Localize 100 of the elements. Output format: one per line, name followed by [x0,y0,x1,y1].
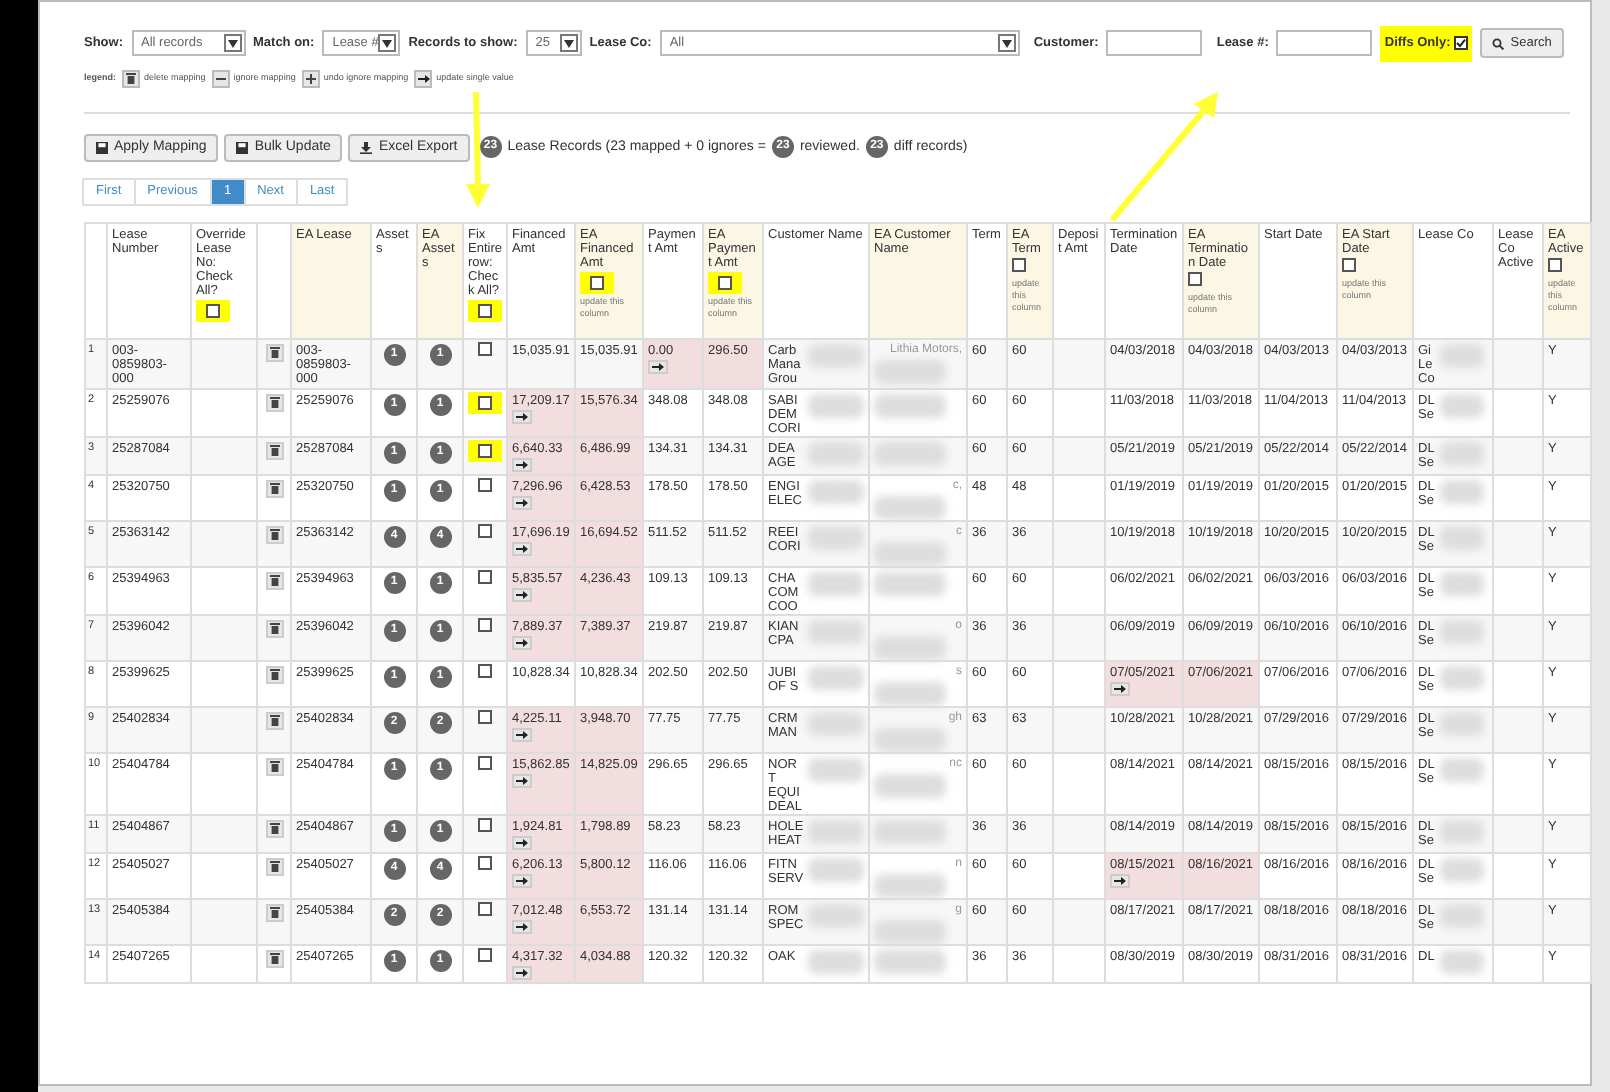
update-value-button[interactable] [512,919,532,934]
update-value-button[interactable] [512,495,532,510]
plus-icon [301,69,320,88]
checkbox[interactable] [590,275,604,290]
delete-button[interactable] [265,949,283,968]
update-value-button[interactable] [1110,873,1130,888]
checkbox[interactable] [478,947,492,962]
delete-button[interactable] [265,857,283,876]
delete-button[interactable] [265,903,283,922]
blurred-text [808,819,864,844]
blurred-text [808,619,864,644]
blurred-text [874,819,946,844]
caret-icon [378,34,397,53]
blurred-text [1440,949,1484,974]
blurred-text [1440,711,1484,736]
delete-button[interactable] [265,343,283,362]
save-icon [236,141,249,154]
blurred-text [1440,393,1484,418]
checkbox[interactable] [1188,271,1202,286]
lease-number-input[interactable] [1276,30,1373,57]
update-value-button[interactable] [1110,681,1130,696]
blurred-text [1440,343,1484,368]
blurred-text [874,571,946,596]
checkbox[interactable] [478,523,492,538]
delete-button[interactable] [265,393,283,412]
blurred-text [808,665,864,690]
delete-button[interactable] [265,479,283,498]
blurred-text [808,571,864,596]
download-icon [360,141,373,154]
checkbox[interactable] [478,395,492,410]
delete-button[interactable] [265,757,283,776]
blurred-text [1440,479,1484,504]
checkbox[interactable] [478,569,492,584]
blurred-text [1440,571,1484,596]
customer-input[interactable] [1106,30,1203,57]
blurred-text [1440,757,1484,782]
blurred-text [1440,525,1484,550]
delete-button[interactable] [265,619,283,638]
blurred-text [1440,619,1484,644]
checkbox[interactable] [478,443,492,458]
delete-button[interactable] [265,525,283,544]
blurred-text [808,857,864,882]
caret-icon [559,34,578,53]
blurred-text [808,525,864,550]
update-value-button[interactable] [648,359,668,374]
blurred-text [808,949,864,974]
update-value-button[interactable] [512,835,532,850]
checkbox[interactable] [1454,36,1469,51]
update-value-button[interactable] [512,457,532,472]
blurred-text [874,949,946,974]
checkbox[interactable] [478,303,492,318]
update-value-button[interactable] [512,409,532,424]
trash-icon [122,69,141,88]
update-value-button[interactable] [512,541,532,556]
checkbox[interactable] [478,817,492,832]
checkbox[interactable] [478,617,492,632]
delete-button[interactable] [265,711,283,730]
blurred-text [808,393,864,418]
update-value-button[interactable] [512,635,532,650]
checkbox[interactable] [478,663,492,678]
checkbox[interactable] [1012,257,1026,272]
search-icon [1492,37,1505,50]
blurred-text [1440,819,1484,844]
checkbox[interactable] [478,901,492,916]
minus-icon [211,69,230,88]
caret-icon [997,34,1016,53]
update-value-button[interactable] [512,773,532,788]
checkbox[interactable] [478,755,492,770]
blurred-text [808,479,864,504]
blurred-text [1440,857,1484,882]
checkbox[interactable] [1342,257,1356,272]
blurred-text [874,393,946,418]
delete-button[interactable] [265,819,283,838]
checkbox[interactable] [1548,257,1562,272]
blurred-text [874,359,946,384]
checkbox[interactable] [478,855,492,870]
delete-button[interactable] [265,665,283,684]
blurred-text [808,757,864,782]
save-icon [96,141,108,154]
update-value-button[interactable] [512,587,532,602]
blurred-text [874,773,946,798]
blurred-text [874,441,946,466]
checkbox[interactable] [478,709,492,724]
checkbox[interactable] [206,303,220,318]
checkbox[interactable] [478,477,492,492]
checkbox[interactable] [718,275,732,290]
delete-button[interactable] [265,441,283,460]
blurred-text [808,903,864,928]
blurred-text [808,711,864,736]
blurred-text [1440,665,1484,690]
update-value-button[interactable] [512,965,532,980]
blurred-text [1440,441,1484,466]
delete-button[interactable] [265,571,283,590]
blurred-text [1440,903,1484,928]
annotation-arrow [1109,92,1218,222]
update-value-button[interactable] [512,727,532,742]
blurred-text [808,343,864,368]
checkbox[interactable] [478,341,492,356]
update-value-button[interactable] [512,873,532,888]
caret-icon [223,34,241,53]
